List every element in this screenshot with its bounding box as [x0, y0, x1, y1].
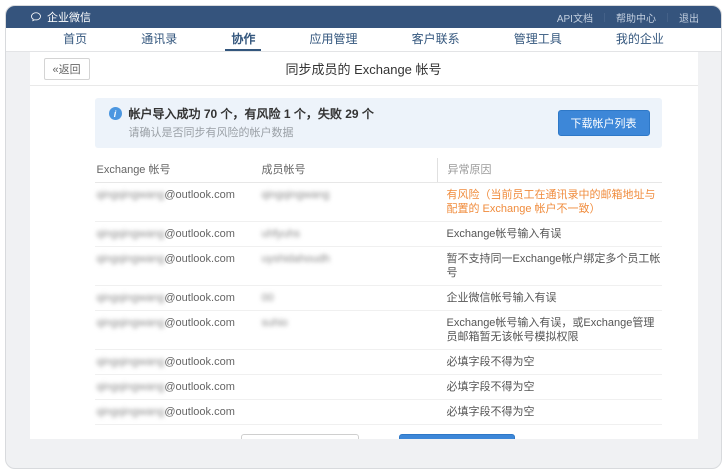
error-reason-cell: Exchange帐号输入有误，或Exchange管理员邮箱暂无该帐号模拟权限 [437, 311, 662, 349]
col-header-exchange-account: Exchange 帐号 [95, 158, 262, 182]
table-row: qingqingwang@outlook.com 必填字段不得为空 [95, 350, 662, 375]
member-account-cell: uyshidahoudh [262, 247, 437, 285]
error-reason-cell: 必填字段不得为空 [437, 350, 662, 374]
error-reason-cell: 有风险（当前员工在通讯录中的邮箱地址与配置的 Exchange 帐户不一致） [437, 183, 662, 221]
exchange-account-cell: qingqingwang@outlook.com [95, 183, 262, 221]
info-icon: i [109, 107, 122, 120]
table-row: qingqingwang@outlook.com uhfyuhs Exchang… [95, 222, 662, 247]
exchange-account-cell: qingqingwang@outlook.com [95, 247, 262, 285]
error-reason-cell: 企业微信帐号输入有误 [437, 286, 662, 310]
import-hint: 请确认是否同步有风险的帐户数据 [129, 124, 374, 140]
redacted-username: qingqingwang [97, 317, 165, 329]
logout-link[interactable]: 退出 [679, 10, 699, 25]
redacted-member: uhfyuhs [262, 228, 301, 240]
api-docs-link[interactable]: API文档 [557, 10, 593, 25]
table-row: qingqingwang@outlook.com suhio Exchange帐… [95, 311, 662, 350]
tab-app-management[interactable]: 应用管理 [303, 28, 363, 51]
card-header: 同步成员的 Exchange 帐号 «返回 [30, 52, 698, 86]
card-body: i 帐户导入成功 70 个，有风险 1 个，失败 29 个 请确认是否同步有风险… [95, 98, 662, 439]
member-account-cell: qingqingwang [262, 183, 437, 221]
redacted-member: qingqingwang [262, 189, 330, 201]
redacted-username: qingqingwang [97, 228, 165, 240]
import-summary-banner: i 帐户导入成功 70 个，有风险 1 个，失败 29 个 请确认是否同步有风险… [95, 98, 662, 148]
footer-actions: 重新导入 开始同步·71 [95, 434, 662, 439]
redacted-member: uyshidahoudh [262, 253, 331, 265]
topbar-links: API文档 ｜ 帮助中心 ｜ 退出 [557, 10, 699, 25]
accounts-table: Exchange 帐号 成员帐号 异常原因 qingqingwang@outlo… [95, 158, 662, 425]
redacted-username: qingqingwang [97, 356, 165, 368]
table-row: qingqingwang@outlook.com 必填字段不得为空 [95, 400, 662, 425]
import-summary: 帐户导入成功 70 个，有风险 1 个，失败 29 个 [129, 106, 374, 122]
table-row: qingqingwang@outlook.com 00 企业微信帐号输入有误 [95, 286, 662, 311]
member-account-cell: uhfyuhs [262, 222, 437, 246]
member-account-cell [262, 375, 437, 399]
table-row: qingqingwang@outlook.com qingqingwang 有风… [95, 183, 662, 222]
redacted-username: qingqingwang [97, 189, 165, 201]
table-row: qingqingwang@outlook.com 必填字段不得为空 [95, 375, 662, 400]
exchange-account-cell: qingqingwang@outlook.com [95, 400, 262, 424]
exchange-account-cell: qingqingwang@outlook.com [95, 350, 262, 374]
banner-text: i 帐户导入成功 70 个，有风险 1 个，失败 29 个 请确认是否同步有风险… [109, 106, 374, 140]
member-account-cell: suhio [262, 311, 437, 349]
exchange-account-cell: qingqingwang@outlook.com [95, 311, 262, 349]
divider: ｜ [600, 11, 609, 24]
exchange-account-cell: qingqingwang@outlook.com [95, 375, 262, 399]
col-header-error-reason: 异常原因 [437, 158, 662, 182]
wechat-work-logo-icon [30, 11, 42, 23]
tab-contacts[interactable]: 通讯录 [135, 28, 183, 51]
content-card: 同步成员的 Exchange 帐号 «返回 i 帐户导入成功 70 个，有风险 … [30, 52, 698, 439]
help-center-link[interactable]: 帮助中心 [616, 10, 656, 25]
exchange-account-cell: qingqingwang@outlook.com [95, 286, 262, 310]
table-header-row: Exchange 帐号 成员帐号 异常原因 [95, 158, 662, 183]
col-header-member-account: 成员帐号 [262, 158, 437, 182]
brand-name: 企业微信 [47, 9, 91, 25]
topbar: 企业微信 API文档 ｜ 帮助中心 ｜ 退出 [6, 6, 721, 28]
redacted-member: suhio [262, 317, 288, 329]
tab-collaboration[interactable]: 协作 [225, 28, 261, 51]
tab-admin-tools[interactable]: 管理工具 [508, 28, 568, 51]
redacted-username: qingqingwang [97, 406, 165, 418]
tab-home[interactable]: 首页 [57, 28, 93, 51]
download-account-list-button[interactable]: 下载帐户列表 [558, 110, 650, 136]
tab-customer-contact[interactable]: 客户联系 [406, 28, 466, 51]
error-reason-cell: 必填字段不得为空 [437, 400, 662, 424]
error-reason-cell: 必填字段不得为空 [437, 375, 662, 399]
member-account-cell [262, 400, 437, 424]
back-button[interactable]: «返回 [44, 58, 90, 80]
start-sync-button[interactable]: 开始同步·71 [399, 434, 514, 439]
page-title: 同步成员的 Exchange 帐号 [30, 59, 698, 78]
exchange-account-cell: qingqingwang@outlook.com [95, 222, 262, 246]
reimport-button[interactable]: 重新导入 [241, 434, 359, 439]
error-reason-cell: Exchange帐号输入有误 [437, 222, 662, 246]
error-reason-cell: 暂不支持同一Exchange帐户绑定多个员工帐号 [437, 247, 662, 285]
member-account-cell: 00 [262, 286, 437, 310]
member-account-cell [262, 350, 437, 374]
brand: 企业微信 [30, 9, 91, 25]
divider: ｜ [663, 11, 672, 24]
redacted-username: qingqingwang [97, 253, 165, 265]
redacted-member: 00 [262, 292, 274, 304]
app-window: 企业微信 API文档 ｜ 帮助中心 ｜ 退出 首页 通讯录 协作 应用管理 客户… [5, 5, 722, 469]
main-nav: 首页 通讯录 协作 应用管理 客户联系 管理工具 我的企业 [6, 28, 721, 52]
redacted-username: qingqingwang [97, 381, 165, 393]
table-row: qingqingwang@outlook.com uyshidahoudh 暂不… [95, 247, 662, 286]
redacted-username: qingqingwang [97, 292, 165, 304]
tab-my-company[interactable]: 我的企业 [610, 28, 670, 51]
